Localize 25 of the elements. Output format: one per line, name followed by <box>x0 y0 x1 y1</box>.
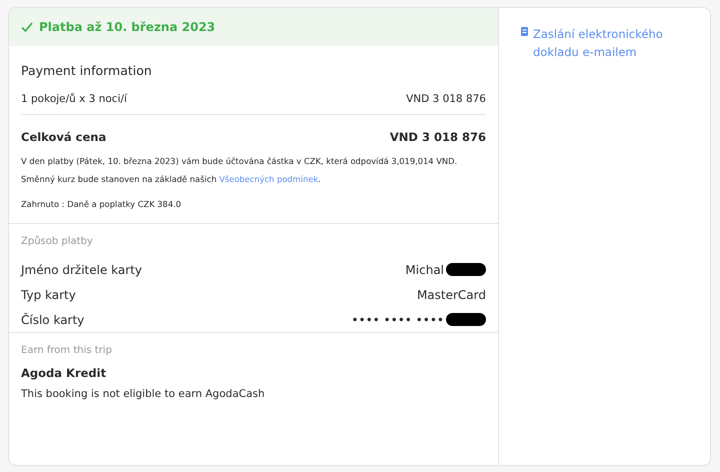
field-value: MasterCard <box>416 288 486 302</box>
email-receipt-link[interactable]: Zaslání elektronického dokladu e-mailem <box>533 25 698 61</box>
credit-text: This booking is not eligible to earn AgodaCash <box>21 388 266 400</box>
payment-note: V den platby (Pátek, 10. března 2023) vám bude účtována částka v CZK, která odpovídá 3,019,014 VND. <box>21 156 458 166</box>
section-title: Způsob platby <box>21 236 94 247</box>
section-title: Payment information <box>21 63 153 78</box>
total-label: Celková cena <box>21 130 106 144</box>
line-item-amount: VND 3 018 876 <box>406 93 486 105</box>
field-label: Jméno držitele karty <box>21 262 142 276</box>
redaction-mark <box>446 313 486 326</box>
redaction-mark <box>446 263 486 276</box>
line-item-label: 1 pokoje/ů x 3 noci/í <box>21 93 127 105</box>
check-icon <box>21 22 33 32</box>
credit-heading: Agoda Kredit <box>21 366 108 380</box>
total-amount: VND 3 018 876 <box>390 130 486 144</box>
status-text: Platba až 10. března 2023 <box>39 20 216 34</box>
included-fees: Zahrnuto : Daně a poplatky CZK 384.0 <box>21 199 182 209</box>
field-label: Typ karty <box>21 288 76 302</box>
field-value: •••• •••• •••• <box>351 312 444 326</box>
exchange-note: Směnný kurz bude stanoven na základě našich Všeobecných podmínek. <box>21 174 322 184</box>
field-label: Číslo karty <box>21 312 84 326</box>
terms-link[interactable]: Všeobecných podmínek <box>219 174 318 184</box>
document-icon <box>521 27 528 36</box>
field-value: Michal <box>405 262 444 276</box>
section-title: Earn from this trip <box>21 345 113 356</box>
